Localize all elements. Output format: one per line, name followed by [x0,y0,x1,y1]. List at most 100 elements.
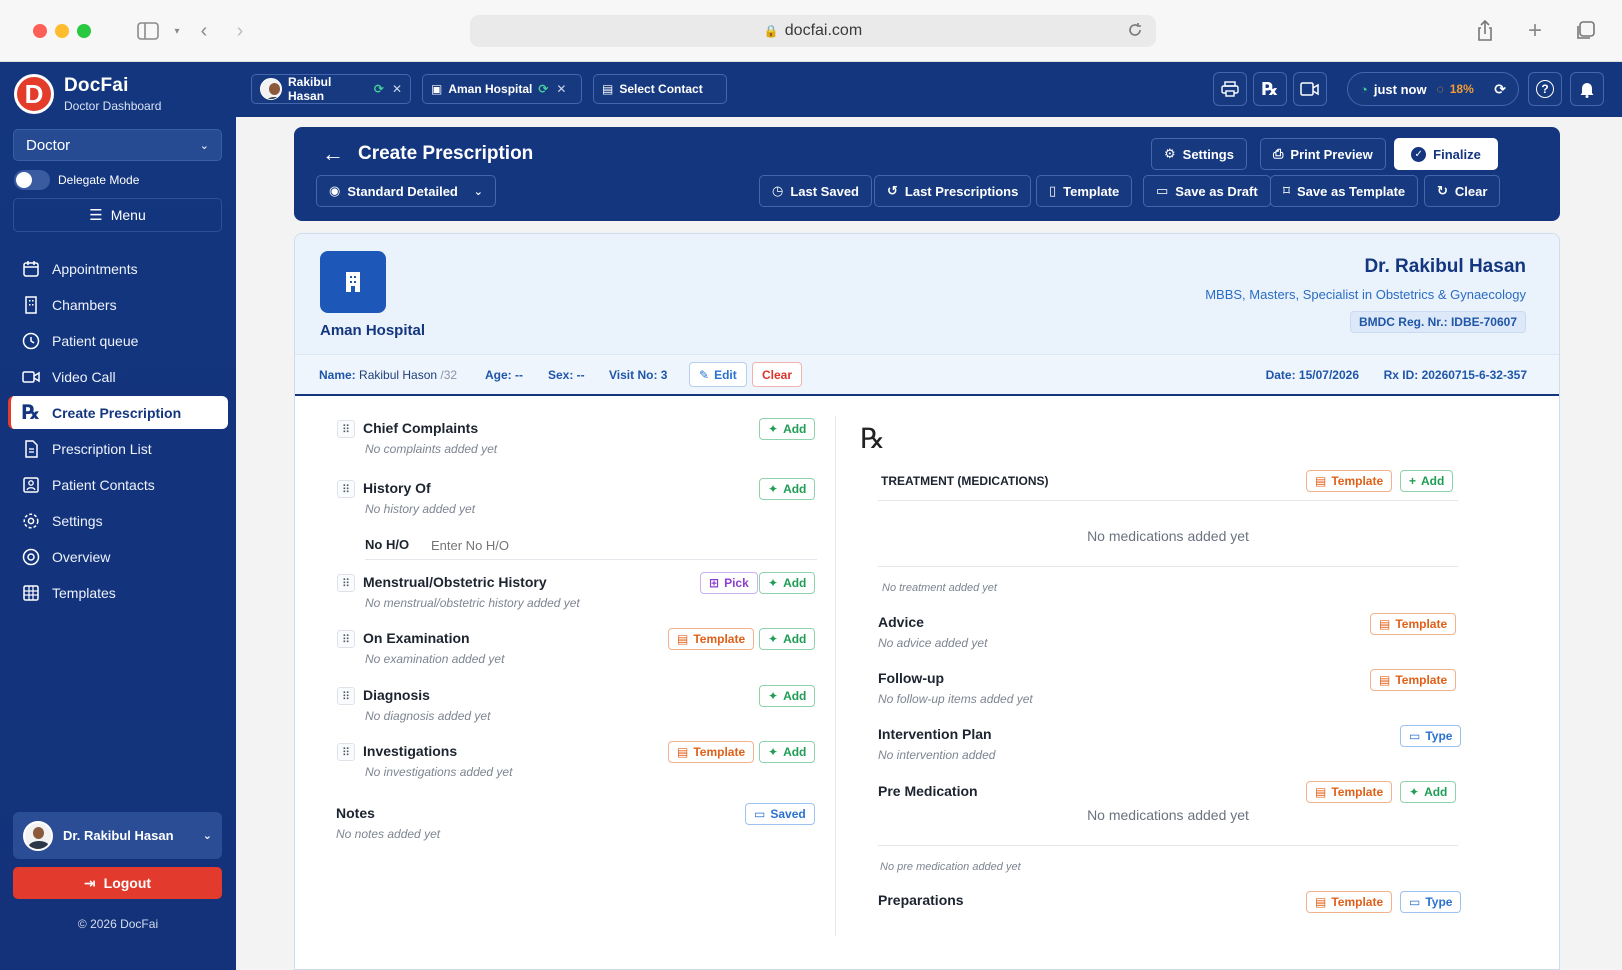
patient-sex[interactable]: Sex: -- [548,368,585,382]
role-select[interactable]: Doctor ⌄ [13,129,222,161]
edit-patient-button[interactable]: ✎ Edit [689,362,747,387]
drag-handle-icon[interactable]: ⠿ [337,480,355,498]
page-title: Create Prescription [358,143,534,164]
chevron-down-icon[interactable]: ▾ [170,18,184,44]
save-as-template-label: Save as Template [1297,183,1406,199]
help-button[interactable]: ? [1528,72,1562,106]
notifications-button[interactable] [1570,72,1604,106]
add-label: Add [1424,785,1448,799]
drag-handle-icon[interactable]: ⠿ [337,743,355,761]
share-icon[interactable] [1474,18,1496,44]
sync-icon[interactable]: ⟳ [538,82,548,96]
treatment-add-button[interactable]: + Add [1400,470,1454,492]
sidebar-toggle-icon[interactable] [136,18,160,44]
no-ho-label: No H/O [365,537,410,552]
back-arrow-icon[interactable]: ← [322,141,344,167]
investigations-template-button[interactable]: ▤ Template [668,741,755,763]
brand[interactable]: D DocFai Doctor Dashboard [14,74,161,114]
select-contact-button[interactable]: ▤ Select Contact [593,74,727,104]
reload-icon[interactable] [1126,21,1144,44]
delegate-mode-toggle[interactable] [14,170,50,190]
sidebar-item-templates[interactable]: Templates [8,576,228,609]
tabs-overview-icon[interactable] [1574,18,1596,44]
pre-medication-template-button[interactable]: ▤ Template [1306,781,1393,803]
template-button[interactable]: ▯ Template [1036,175,1133,207]
hospital-chip[interactable]: ▣ Aman Hospital ⟳ ✕ [422,74,582,104]
target-icon [22,548,40,565]
clear-patient-button[interactable]: Clear [752,362,803,387]
sidebar-item-appointments[interactable]: Appointments [8,252,228,285]
menstrual-history-section: Menstrual/Obstetric History No menstrual… [363,574,580,610]
history-add-button[interactable]: ✦ Add [759,478,816,500]
menstrual-add-button[interactable]: ✦ Add [759,572,816,594]
last-prescriptions-button[interactable]: ↺ Last Prescriptions [874,175,1032,207]
notes-saved-indicator: ▭ Saved [745,803,815,825]
print-button[interactable] [1213,72,1247,106]
pre-medication-add-button[interactable]: ✦ Add [1400,781,1457,803]
sidebar-item-create-prescription[interactable]: ℞ Create Prescription [8,396,228,429]
drag-handle-icon[interactable]: ⠿ [337,630,355,648]
view-mode-select[interactable]: ◉ Standard Detailed ⌄ [316,175,496,207]
no-ho-input[interactable] [431,534,811,556]
save-as-draft-button[interactable]: ▭ Save as Draft [1143,175,1271,207]
no-medications-text: No medications added yet [1087,528,1249,544]
sidebar-item-video-call[interactable]: Video Call [8,360,228,393]
type-label: Type [1425,729,1453,743]
menstrual-pick-button[interactable]: ⊞ Pick [700,572,758,594]
patient-age[interactable]: Age: -- [485,368,523,382]
wifi-icon: ◔ [1360,81,1368,97]
finalize-button[interactable]: ✓ Finalize [1394,138,1498,170]
zoom-window-button[interactable] [77,24,91,38]
url-bar[interactable]: 🔒 docfai.com [470,15,1156,47]
drag-handle-icon[interactable]: ⠿ [337,574,355,592]
user-card[interactable]: Dr. Rakibul Hasan ⌄ [13,812,222,859]
sync-icon[interactable]: ⟳ [374,82,384,96]
divider [878,845,1458,846]
sidebar-item-overview[interactable]: Overview [8,540,228,573]
brand-subtitle: Doctor Dashboard [64,99,162,113]
doctor-chip[interactable]: Rakibul Hasan ⟳ ✕ [251,74,411,104]
forward-icon[interactable]: › [230,18,250,44]
investigations-add-button[interactable]: ✦ Add [759,741,816,763]
intervention-type-button[interactable]: ▭ Type [1400,725,1462,747]
grid-icon: ⊞ [709,576,720,590]
patient-name-field[interactable]: Name: Rakibul Hason /32 [319,368,457,382]
last-saved-button[interactable]: ◷ Last Saved [759,175,872,207]
hamburger-icon: ☰ [89,207,103,224]
new-tab-icon[interactable]: + [1524,17,1546,44]
logout-button[interactable]: ⇥ Logout [13,867,222,899]
follow-up-template-button[interactable]: ▤ Template [1370,669,1457,691]
on-examination-add-button[interactable]: ✦ Add [759,628,816,650]
sidebar-item-settings[interactable]: Settings [8,504,228,537]
close-icon[interactable]: ✕ [392,82,402,96]
back-icon[interactable]: ‹ [194,18,214,44]
save-as-template-button[interactable]: ⌑ Save as Template [1270,175,1419,207]
sidebar-item-chambers[interactable]: Chambers [8,288,228,321]
advice-template-button[interactable]: ▤ Template [1370,613,1457,635]
menu-button[interactable]: ☰ Menu [13,198,222,232]
rx-button[interactable]: ℞ [1253,72,1287,106]
close-icon[interactable]: ✕ [556,82,566,96]
sidebar-item-patient-contacts[interactable]: Patient Contacts [8,468,228,501]
sidebar-item-prescription-list[interactable]: Prescription List [8,432,228,465]
on-examination-template-button[interactable]: ▤ Template [668,628,755,650]
sync-status[interactable]: ◔ just now ◌ 18% ⟳ [1347,72,1519,106]
chief-complaints-add-button[interactable]: ✦ Add [759,418,816,440]
drag-handle-icon[interactable]: ⠿ [337,687,355,705]
diagnosis-add-button[interactable]: ✦ Add [759,685,816,707]
clear-button[interactable]: ↻ Clear [1424,175,1501,207]
treatment-template-button[interactable]: ▤ Template [1306,470,1393,492]
section-empty: No history added yet [365,502,476,516]
print-preview-button[interactable]: ⎙ Print Preview [1260,138,1386,170]
preparations-template-button[interactable]: ▤ Template [1306,891,1393,913]
minimize-window-button[interactable] [55,24,69,38]
sidebar-item-patient-queue[interactable]: Patient queue [8,324,228,357]
patient-id: /32 [440,368,458,382]
refresh-icon[interactable]: ⟳ [1494,81,1506,98]
settings-button[interactable]: ⚙ Settings [1151,138,1247,170]
preparations-type-button[interactable]: ▭ Type [1400,891,1462,913]
drag-handle-icon[interactable]: ⠿ [337,420,355,438]
close-window-button[interactable] [33,24,47,38]
bell-icon [1580,83,1594,98]
video-call-button[interactable] [1293,72,1327,106]
